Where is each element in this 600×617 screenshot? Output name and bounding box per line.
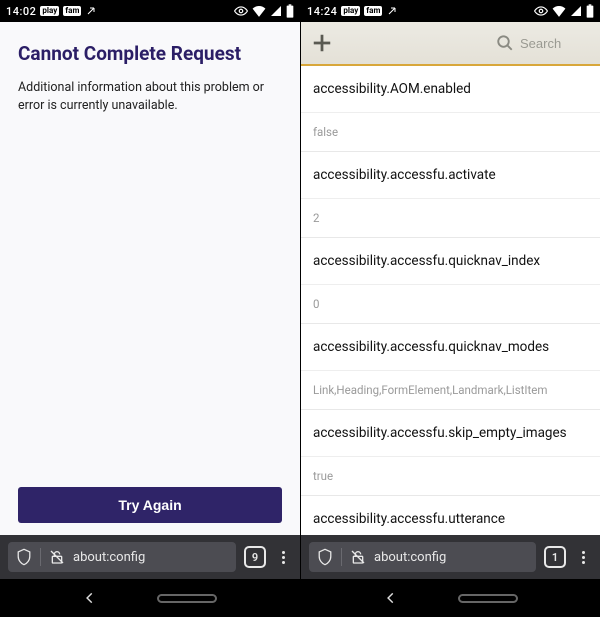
error-body: Additional information about this proble… <box>18 79 282 115</box>
browser-chrome: about:config 1 <box>301 535 600 579</box>
status-badge-icon: fam <box>364 6 382 16</box>
shield-icon <box>16 548 32 566</box>
system-nav-bar <box>0 579 300 617</box>
pref-name[interactable]: accessibility.accessfu.utterance <box>301 495 600 535</box>
tab-count-button[interactable]: 9 <box>244 546 266 568</box>
status-bar: 14:02 play fam <box>0 0 300 22</box>
pref-value: 2 <box>301 198 600 237</box>
pref-value: 0 <box>301 284 600 323</box>
status-badge-icon: play <box>341 6 360 16</box>
address-bar[interactable]: about:config <box>8 542 236 572</box>
search-input[interactable] <box>520 36 590 51</box>
status-badge-icon: fam <box>63 6 81 16</box>
home-pill[interactable] <box>458 594 518 603</box>
cast-icon <box>386 5 398 17</box>
pref-value: true <box>301 456 600 495</box>
cast-icon <box>85 5 97 17</box>
pref-name[interactable]: accessibility.accessfu.activate <box>301 151 600 198</box>
config-toolbar <box>301 22 600 66</box>
eye-icon <box>234 6 248 16</box>
back-button[interactable] <box>83 591 97 605</box>
home-pill[interactable] <box>157 594 217 603</box>
pref-value: Link,Heading,FormElement,Landmark,ListIt… <box>301 370 600 409</box>
shield-icon <box>317 548 333 566</box>
menu-button[interactable] <box>574 551 592 564</box>
url-text: about:config <box>73 550 145 565</box>
pref-name[interactable]: accessibility.accessfu.quicknav_modes <box>301 323 600 370</box>
battery-icon <box>586 4 594 18</box>
signal-icon <box>270 5 282 17</box>
clock: 14:02 <box>6 5 36 18</box>
wifi-icon <box>252 5 266 17</box>
tab-count-button[interactable]: 1 <box>544 546 566 568</box>
eye-icon <box>534 6 548 16</box>
address-bar[interactable]: about:config <box>309 542 536 572</box>
phone-right: 14:24 play fam accessibility.AOM.enabled… <box>300 0 600 617</box>
browser-chrome: about:config 9 <box>0 535 300 579</box>
lock-off-icon <box>49 549 65 565</box>
add-pref-button[interactable] <box>311 32 333 54</box>
pref-name[interactable]: accessibility.accessfu.quicknav_index <box>301 237 600 284</box>
search-wrap <box>496 34 590 52</box>
pref-value: false <box>301 112 600 151</box>
error-page: Cannot Complete Request Additional infor… <box>0 22 300 535</box>
back-button[interactable] <box>384 591 398 605</box>
phone-left: 14:02 play fam Cannot Complete Request A… <box>0 0 300 617</box>
page-title: Cannot Complete Request <box>18 42 282 65</box>
pref-name[interactable]: accessibility.accessfu.skip_empty_images <box>301 409 600 456</box>
lock-off-icon <box>350 549 366 565</box>
signal-icon <box>570 5 582 17</box>
battery-icon <box>286 4 294 18</box>
menu-button[interactable] <box>274 551 292 564</box>
system-nav-bar <box>301 579 600 617</box>
pref-name[interactable]: accessibility.AOM.enabled <box>301 66 600 112</box>
wifi-icon <box>552 5 566 17</box>
search-icon <box>496 34 514 52</box>
pref-list[interactable]: accessibility.AOM.enabled false accessib… <box>301 66 600 535</box>
status-badge-icon: play <box>40 6 59 16</box>
status-bar: 14:24 play fam <box>301 0 600 22</box>
clock: 14:24 <box>307 5 337 18</box>
url-text: about:config <box>374 550 446 565</box>
try-again-button[interactable]: Try Again <box>18 487 282 523</box>
